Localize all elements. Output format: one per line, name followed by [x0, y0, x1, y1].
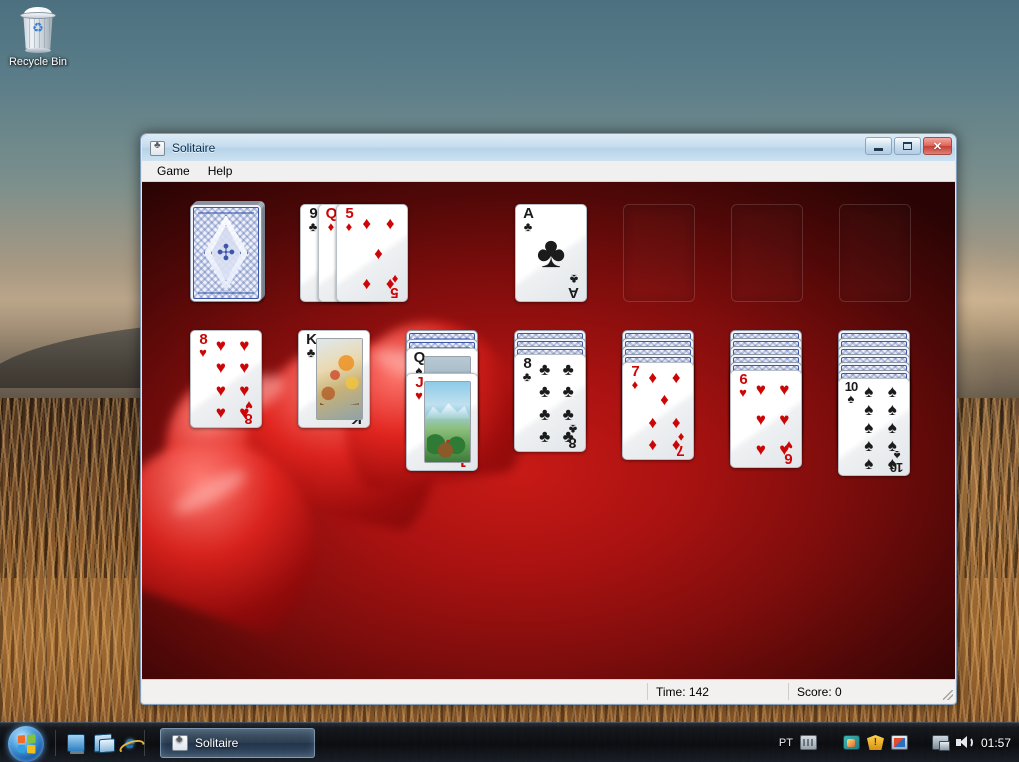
- card-pips: ♥ ♥ ♥ ♥ ♥ ♥: [755, 379, 790, 459]
- recycle-bin-rim: [20, 12, 56, 19]
- card-pips: ♠ ♠ ♠ ♠ ♠ ♠ ♠ ♠ ♠ ♠: [864, 381, 897, 473]
- card-art-king: [316, 338, 363, 420]
- system-tray[interactable]: PT 01:57: [779, 735, 1019, 751]
- taskbar-divider: [55, 729, 56, 756]
- tableau-column-5[interactable]: 7 ♦ 7 ♦ ♦ ♦ ♦ ♦ ♦ ♦ ♦: [622, 330, 694, 468]
- close-icon: ✕: [932, 140, 943, 153]
- statusbar-message: [142, 680, 647, 703]
- card-art-jack: [424, 381, 471, 463]
- tableau-card-top[interactable]: J ♥ J ♥: [406, 373, 478, 471]
- card-board[interactable]: ✣ 9 ♣ Q ♦ 5 ♦ 5 ♦ ♦ ♦ ♦ ♦ ♦ A ♣ A ♣ ♣ 8 …: [142, 182, 955, 679]
- foundation-clubs[interactable]: A ♣ A ♣ ♣: [515, 204, 587, 302]
- application-tray-icon[interactable]: [890, 735, 908, 750]
- volume-icon[interactable]: [955, 735, 973, 750]
- cards-icon: [150, 140, 167, 158]
- card-pips: ♦ ♦ ♦ ♦ ♦ ♦ ♦: [648, 367, 681, 455]
- resize-grip[interactable]: [939, 680, 955, 703]
- minimize-button[interactable]: [865, 137, 892, 155]
- quick-launch[interactable]: e: [67, 732, 139, 754]
- tableau-column-6[interactable]: 6 ♥ 6 ♥ ♥ ♥ ♥ ♥ ♥ ♥: [730, 330, 802, 476]
- foundation-card-ace-clubs[interactable]: A ♣ A ♣ ♣: [515, 204, 587, 302]
- minimize-icon: [874, 147, 883, 151]
- windows-orb-icon: [8, 725, 44, 762]
- menu-item-help[interactable]: Help: [199, 162, 242, 180]
- foundation-3[interactable]: [731, 204, 803, 302]
- window-titlebar[interactable]: Solitaire ✕: [142, 135, 955, 161]
- taskbar-button-label: Solitaire: [195, 735, 239, 750]
- maximize-button[interactable]: [894, 137, 921, 155]
- card-pips: ♣ ♣ ♣ ♣ ♣ ♣ ♣ ♣: [539, 359, 574, 447]
- keyboard-icon[interactable]: [799, 735, 817, 750]
- tableau-card-top[interactable]: 8 ♣ 8 ♣ ♣ ♣ ♣ ♣ ♣ ♣ ♣ ♣: [514, 354, 586, 452]
- taskbar-button-solitaire[interactable]: Solitaire: [160, 727, 315, 758]
- language-indicator[interactable]: PT: [779, 737, 793, 749]
- tableau-card-top[interactable]: K ♣ K ♣: [298, 330, 370, 428]
- tableau-card-top[interactable]: 7 ♦ 7 ♦ ♦ ♦ ♦ ♦ ♦ ♦ ♦: [622, 362, 694, 460]
- tableau-card-top[interactable]: 6 ♥ 6 ♥ ♥ ♥ ♥ ♥ ♥ ♥: [730, 370, 802, 468]
- recycle-bin-icon: ♻: [15, 6, 61, 54]
- statusbar-time: Time: 142: [656, 684, 709, 699]
- tableau-column-4[interactable]: 8 ♣ 8 ♣ ♣ ♣ ♣ ♣ ♣ ♣ ♣ ♣: [514, 330, 586, 460]
- tableau-column-1[interactable]: 8 ♥ 8 ♥ ♥ ♥ ♥ ♥ ♥ ♥ ♥ ♥: [190, 330, 262, 428]
- network-icon[interactable]: [931, 735, 950, 751]
- waste-pile[interactable]: 9 ♣ Q ♦ 5 ♦ 5 ♦ ♦ ♦ ♦ ♦ ♦: [300, 204, 408, 302]
- card-pips: ♦ ♦ ♦ ♦ ♦: [362, 213, 395, 293]
- menubar[interactable]: Game Help: [142, 161, 955, 182]
- card-pips: ♥ ♥ ♥ ♥ ♥ ♥ ♥ ♥: [215, 335, 250, 423]
- desktop-icon-label: Recycle Bin: [8, 56, 68, 68]
- maximize-icon: [903, 142, 912, 150]
- foundation-4[interactable]: [839, 204, 911, 302]
- game-table[interactable]: ✣ 9 ♣ Q ♦ 5 ♦ 5 ♦ ♦ ♦ ♦ ♦ ♦ A ♣ A ♣ ♣ 8 …: [142, 182, 955, 679]
- solitaire-window[interactable]: Solitaire ✕ Game Help: [140, 133, 957, 705]
- close-button[interactable]: ✕: [923, 137, 952, 155]
- window-controls[interactable]: ✕: [865, 137, 952, 155]
- statusbar-score: Score: 0: [797, 684, 842, 699]
- tableau-card-top[interactable]: 8 ♥ 8 ♥ ♥ ♥ ♥ ♥ ♥ ♥ ♥ ♥: [190, 330, 262, 428]
- card-center-pip: ♣: [536, 228, 566, 277]
- recycle-logo-icon: ♻: [32, 20, 44, 35]
- tableau-column-7[interactable]: 10 ♠ 10 ♠ ♠ ♠ ♠ ♠ ♠ ♠ ♠ ♠ ♠ ♠: [838, 330, 910, 484]
- statusbar: Time: 142 Score: 0: [142, 679, 955, 703]
- tableau-column-3[interactable]: Q ♠ J ♥ J ♥: [406, 330, 478, 471]
- task-buttons[interactable]: Solitaire: [160, 727, 315, 758]
- tableau-card-top[interactable]: 10 ♠ 10 ♠ ♠ ♠ ♠ ♠ ♠ ♠ ♠ ♠ ♠ ♠: [838, 378, 910, 476]
- tableau-column-2[interactable]: K ♣ K ♣: [298, 330, 370, 428]
- card-back-top[interactable]: ✣: [190, 204, 262, 302]
- start-button[interactable]: [2, 724, 50, 762]
- stock-pile[interactable]: ✣: [190, 201, 265, 302]
- recycle-bin-base: [25, 48, 51, 53]
- windows-flag-icon: [17, 733, 36, 754]
- internet-explorer-icon[interactable]: e: [121, 733, 139, 752]
- taskbar[interactable]: e Solitaire PT 01:57: [0, 722, 1019, 762]
- switch-windows-icon[interactable]: [94, 732, 112, 753]
- cards-icon: [172, 734, 188, 751]
- window-title: Solitaire: [172, 141, 216, 155]
- waste-card-top[interactable]: 5 ♦ 5 ♦ ♦ ♦ ♦ ♦ ♦: [336, 204, 408, 302]
- foundation-2[interactable]: [623, 204, 695, 302]
- desktop-icon-recycle-bin[interactable]: ♻ Recycle Bin: [6, 6, 70, 69]
- menu-item-game[interactable]: Game: [148, 162, 199, 180]
- clock[interactable]: 01:57: [981, 736, 1011, 750]
- paint-tray-icon[interactable]: [842, 735, 860, 750]
- show-desktop-icon[interactable]: [67, 733, 85, 754]
- security-shield-icon[interactable]: [866, 735, 884, 750]
